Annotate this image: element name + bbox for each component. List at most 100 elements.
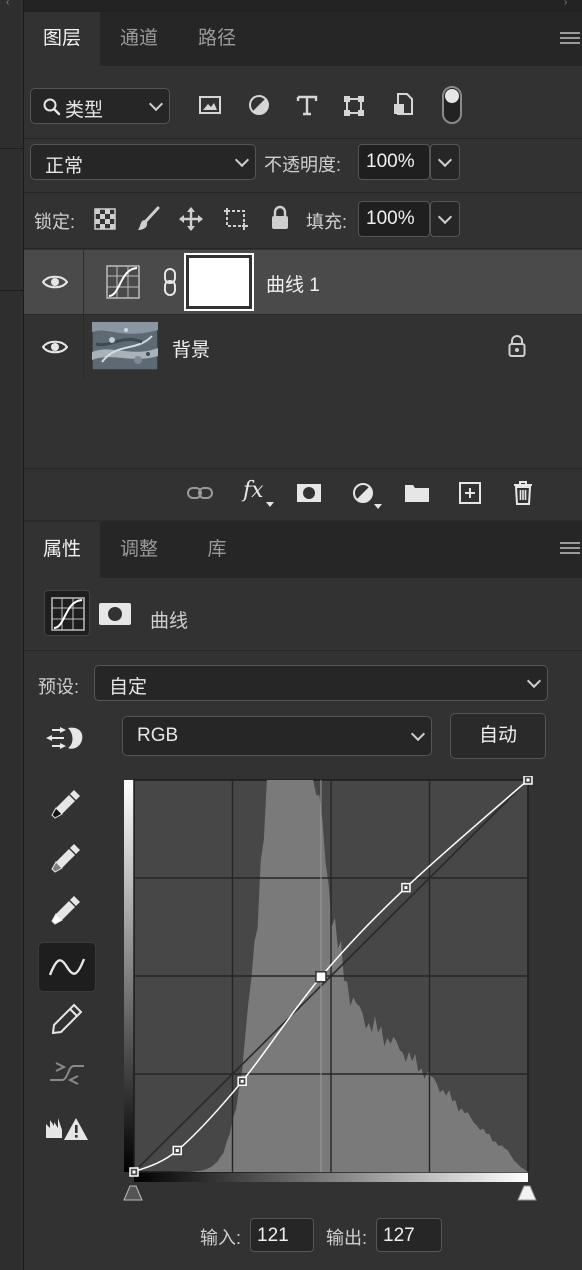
chain-link-icon[interactable]: [162, 267, 178, 297]
shape-filter-icon[interactable]: [342, 94, 366, 118]
curve-point-tool-icon: [48, 958, 86, 976]
curves-adjustment-thumbnail-icon: [106, 265, 140, 299]
lock-transparent-pixels-icon[interactable]: [94, 208, 116, 230]
clipping-warning-tool[interactable]: [38, 1104, 96, 1154]
divider: [24, 468, 582, 469]
chevron-down-icon: [437, 152, 453, 168]
eyedropper-white-icon: [51, 896, 80, 925]
on-image-adjustment-tool-icon[interactable]: [46, 722, 86, 754]
chevron-down-icon: [437, 209, 453, 225]
black-point-eyedropper[interactable]: [38, 780, 96, 830]
black-point-slider[interactable]: [123, 1185, 143, 1201]
lock-label: 锁定:: [34, 212, 76, 232]
adjustment-filter-icon[interactable]: [248, 94, 270, 116]
layer-mask-thumbnail[interactable]: [184, 253, 254, 311]
curves-graph[interactable]: [120, 776, 540, 1208]
curves-properties-button[interactable]: [44, 590, 90, 636]
image-filter-icon[interactable]: [198, 94, 222, 116]
layer-row-background[interactable]: 背景: [24, 314, 582, 379]
curve-point-tool[interactable]: [38, 942, 96, 992]
auto-button[interactable]: 自动: [450, 713, 546, 759]
chevron-left-icon[interactable]: ‹: [6, 0, 9, 8]
channel-value: RGB: [137, 725, 179, 746]
channel-dropdown[interactable]: RGB: [122, 716, 432, 756]
layer-lock-icon[interactable]: [508, 334, 526, 358]
tab-paths[interactable]: 路径: [178, 12, 256, 66]
layer-filter-dropdown[interactable]: 类型: [30, 88, 170, 124]
preset-dropdown[interactable]: 自定: [94, 665, 548, 701]
blend-mode-value: 正常: [45, 156, 84, 177]
blend-mode-dropdown[interactable]: 正常: [30, 144, 256, 180]
add-mask-icon[interactable]: [296, 482, 322, 504]
fill-input[interactable]: 100%: [358, 201, 430, 237]
new-adjustment-layer-icon[interactable]: [352, 482, 376, 506]
adjustment-menu-caret-icon: [374, 504, 382, 509]
mask-properties-icon[interactable]: [98, 602, 132, 626]
smooth-curve-tool[interactable]: [38, 1048, 96, 1098]
divider: [24, 650, 582, 651]
preset-value: 自定: [109, 677, 148, 698]
panel-menu-icon[interactable]: [560, 542, 580, 554]
divider: [24, 248, 582, 249]
gray-point-eyedropper[interactable]: [38, 834, 96, 884]
fill-dropdown-button[interactable]: [430, 201, 460, 237]
trash-icon[interactable]: [512, 480, 534, 506]
opacity-dropdown-button[interactable]: [430, 144, 460, 180]
fx-menu-caret-icon: [266, 502, 274, 507]
pencil-tool[interactable]: [38, 994, 96, 1044]
tab-layers[interactable]: 图层: [24, 12, 100, 66]
chevron-down-icon: [234, 152, 250, 168]
fx-icon[interactable]: fx: [243, 478, 264, 503]
curve-point-center: [526, 778, 530, 782]
white-point-eyedropper[interactable]: [38, 886, 96, 936]
dock-divider: [0, 148, 23, 149]
visibility-toggle[interactable]: [24, 315, 84, 379]
clipping-warning-icon: [46, 1118, 88, 1140]
tab-libraries[interactable]: 库: [178, 522, 256, 578]
search-icon: [43, 98, 61, 116]
lock-artboard-icon[interactable]: [222, 206, 250, 232]
curves-icon: [51, 597, 85, 631]
eye-icon[interactable]: [42, 274, 68, 290]
eye-icon[interactable]: [42, 339, 68, 355]
curve-point-selected[interactable]: [315, 971, 327, 983]
input-value: 121: [257, 1225, 289, 1246]
type-filter-icon[interactable]: [296, 94, 318, 116]
output-gradient-bar: [124, 780, 134, 1172]
layer-row-curves[interactable]: 曲线 1: [24, 250, 582, 314]
panel-menu-icon[interactable]: [560, 32, 580, 44]
filter-toggle-switch[interactable]: [442, 86, 462, 124]
panel-collapse-bar[interactable]: ‹ ›: [6, 0, 582, 12]
input-gradient-bar: [134, 1172, 528, 1182]
smart-object-filter-icon[interactable]: [392, 92, 414, 118]
dock-divider: [0, 290, 23, 291]
input-value-field[interactable]: 121: [250, 1218, 314, 1252]
tab-adjustments[interactable]: 调整: [100, 522, 178, 578]
opacity-input[interactable]: 100%: [358, 144, 430, 180]
lock-position-move-icon[interactable]: [178, 206, 204, 232]
fill-value: 100%: [366, 208, 415, 229]
tab-channels[interactable]: 通道: [100, 12, 178, 66]
curve-point-center: [240, 1079, 244, 1083]
opacity-value: 100%: [366, 151, 415, 172]
opacity-label: 不透明度:: [264, 155, 342, 175]
lock-all-icon[interactable]: [270, 205, 290, 231]
eyedropper-black-icon: [51, 790, 80, 819]
tab-properties[interactable]: 属性: [24, 522, 100, 578]
properties-tabbar: 属性 调整 库: [24, 522, 582, 578]
white-point-slider[interactable]: [517, 1185, 537, 1201]
layer-name[interactable]: 背景: [172, 335, 210, 362]
curve-point-center: [175, 1148, 179, 1152]
layer-name[interactable]: 曲线 1: [266, 270, 320, 297]
output-value-field[interactable]: 127: [376, 1218, 442, 1252]
fill-label: 填充:: [306, 212, 348, 232]
divider: [24, 192, 582, 193]
filter-type-label: 类型: [65, 100, 104, 121]
link-layers-icon[interactable]: [186, 484, 214, 502]
group-folder-icon[interactable]: [404, 482, 430, 504]
lock-image-pixels-brush-icon[interactable]: [136, 206, 160, 232]
pencil-icon: [51, 1003, 83, 1035]
new-layer-icon[interactable]: [458, 481, 482, 505]
chevron-right-icon[interactable]: ›: [564, 0, 567, 8]
visibility-toggle[interactable]: [24, 250, 84, 314]
